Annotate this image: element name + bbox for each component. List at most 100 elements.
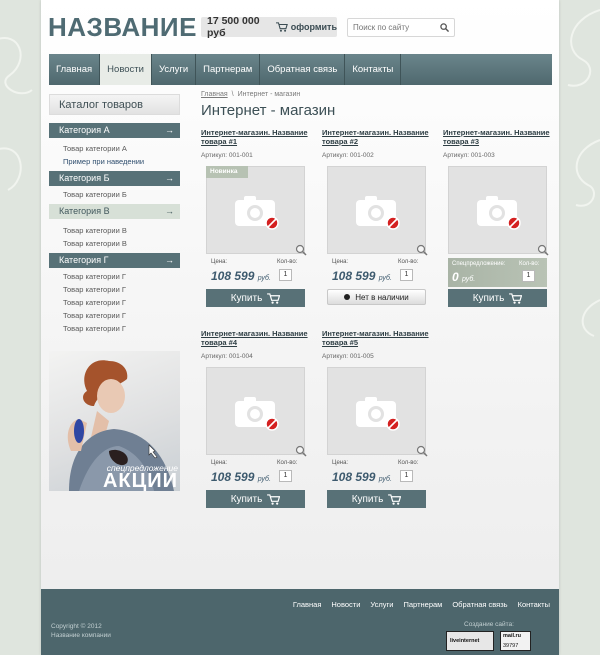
product-title-link[interactable]: Интернет-магазин. Название товара #3 <box>443 128 553 146</box>
product-image[interactable] <box>327 367 428 457</box>
cart-icon <box>267 493 281 505</box>
special-price: 0 руб. <box>452 270 476 284</box>
buy-button[interactable]: Купить <box>327 490 426 508</box>
zoom-icon[interactable] <box>416 445 428 457</box>
product-sku: Артикул: 001-004 <box>201 353 253 360</box>
footer-nav-partners[interactable]: Партнерам <box>404 600 443 609</box>
product-price: 108 599 руб. <box>332 269 392 283</box>
qty-label: Кол-во: <box>398 460 419 466</box>
category-item[interactable]: Товар категории Г <box>63 285 126 294</box>
cart-sum: 17 500 000 руб <box>207 15 260 39</box>
product-price: 108 599 руб. <box>211 470 271 484</box>
category-v[interactable]: Категория В → <box>49 204 180 219</box>
zoom-icon[interactable] <box>537 244 549 256</box>
zoom-icon[interactable] <box>416 244 428 256</box>
special-offer-box: Спецпредложение: Кол-во: 0 руб. 1 <box>448 258 547 287</box>
footer-nav-home[interactable]: Главная <box>293 600 322 609</box>
footer-nav-news[interactable]: Новости <box>331 600 360 609</box>
product-title-link[interactable]: Интернет-магазин. Название товара #2 <box>322 128 432 146</box>
background-ornament-right <box>567 9 600 337</box>
cart-icon <box>509 292 523 304</box>
status-dot-icon <box>344 294 351 300</box>
category-item[interactable]: Товар категории Г <box>63 272 126 281</box>
camera-placeholder-icon <box>235 196 279 230</box>
page-title: Интернет - магазин <box>201 102 336 119</box>
footer-nav-feedback[interactable]: Обратная связь <box>452 600 507 609</box>
product-title-link[interactable]: Интернет-магазин. Название товара #1 <box>201 128 311 146</box>
product-sku: Артикул: 001-001 <box>201 152 253 159</box>
qty-label: Кол-во: <box>398 259 419 265</box>
category-item[interactable]: Товар категории Б <box>63 190 127 199</box>
product-title-link[interactable]: Интернет-магазин. Название товара #5 <box>322 329 432 347</box>
category-item[interactable]: Товар категории В <box>63 239 127 248</box>
price-label: Цена: <box>332 259 349 265</box>
category-label: Категория Б <box>59 173 110 183</box>
buy-button[interactable]: Купить <box>206 289 305 307</box>
category-item[interactable]: Товар категории Г <box>63 311 126 320</box>
category-a[interactable]: Категория А → <box>49 123 180 138</box>
nav-item-contacts[interactable]: Контакты <box>345 54 402 85</box>
zoom-icon[interactable] <box>295 445 307 457</box>
promo-banner[interactable]: спецпредложение АКЦИИ <box>49 351 180 491</box>
product-image[interactable] <box>206 166 307 256</box>
category-item-hover[interactable]: Пример при наведении <box>63 157 144 166</box>
nav-item-news[interactable]: Новости <box>100 54 152 85</box>
breadcrumb: Главная \ Интернет - магазин <box>201 91 300 98</box>
search-input[interactable] <box>348 19 436 36</box>
cart-icon <box>388 493 402 505</box>
category-item[interactable]: Товар категории В <box>63 226 127 235</box>
main-nav: Главная Новости Услуги Партнерам Обратна… <box>49 54 552 85</box>
quantity-input[interactable]: 1 <box>279 470 292 482</box>
footer-nav-contacts[interactable]: Контакты <box>518 600 550 609</box>
footer-nav-services[interactable]: Услуги <box>370 600 393 609</box>
product-image[interactable] <box>206 367 307 457</box>
checkout-link[interactable]: оформить <box>291 22 337 32</box>
quantity-input[interactable]: 1 <box>400 470 413 482</box>
site-logo[interactable]: НАЗВАНИЕ <box>48 12 197 43</box>
cart-widget[interactable]: 17 500 000 руб оформить <box>201 15 337 39</box>
product-title-link[interactable]: Интернет-магазин. Название товара #4 <box>201 329 311 347</box>
background-ornament-left <box>0 37 33 191</box>
zoom-icon[interactable] <box>295 244 307 256</box>
category-b[interactable]: Категория Б → <box>49 171 180 186</box>
nav-item-feedback[interactable]: Обратная связь <box>260 54 346 85</box>
qty-label: Кол-во: <box>277 259 298 265</box>
quantity-input[interactable]: 1 <box>279 269 292 281</box>
quantity-input[interactable]: 1 <box>522 270 535 282</box>
buy-button[interactable]: Купить <box>448 289 547 307</box>
cart-icon <box>267 292 281 304</box>
price-label: Цена: <box>211 259 228 265</box>
out-of-stock-button[interactable]: Нет в наличии <box>327 289 426 305</box>
nav-item-services[interactable]: Услуги <box>152 54 197 85</box>
qty-label: Кол-во: <box>277 460 298 466</box>
nav-item-partners[interactable]: Партнерам <box>196 54 261 85</box>
category-item[interactable]: Товар категории Г <box>63 324 126 333</box>
arrow-right-icon: → <box>165 255 174 265</box>
buy-button[interactable]: Купить <box>206 490 305 508</box>
liveinternet-counter[interactable]: liveinternet <box>446 631 494 651</box>
category-label: Категория Г <box>59 255 109 265</box>
arrow-right-icon: → <box>165 173 174 183</box>
search-icon[interactable] <box>440 23 449 32</box>
quantity-input[interactable]: 1 <box>400 269 413 281</box>
qty-label: Кол-во: <box>519 261 540 267</box>
footer-nav: Главная Новости Услуги Партнерам Обратна… <box>283 600 550 609</box>
arrow-right-icon: → <box>165 125 174 135</box>
product-sku: Артикул: 001-003 <box>443 152 495 159</box>
product-price: 108 599 руб. <box>332 470 392 484</box>
product-image[interactable] <box>327 166 428 256</box>
breadcrumb-home[interactable]: Главная <box>201 91 228 98</box>
copyright: Copyright © 2012 Название компании <box>51 623 111 639</box>
footer: Главная Новости Услуги Партнерам Обратна… <box>41 589 559 655</box>
category-g[interactable]: Категория Г → <box>49 253 180 268</box>
mailru-counter[interactable]: mail.ru 39797 <box>500 631 531 651</box>
arrow-right-icon: → <box>165 206 174 216</box>
camera-placeholder-icon <box>235 397 279 431</box>
catalog-title: Каталог товаров <box>49 94 180 115</box>
nav-item-home[interactable]: Главная <box>49 54 101 85</box>
category-item[interactable]: Товар категории Г <box>63 298 126 307</box>
camera-placeholder-icon <box>356 397 400 431</box>
promo-title: АКЦИИ <box>102 470 178 491</box>
product-image[interactable] <box>448 166 549 256</box>
category-item[interactable]: Товар категории А <box>63 144 127 153</box>
